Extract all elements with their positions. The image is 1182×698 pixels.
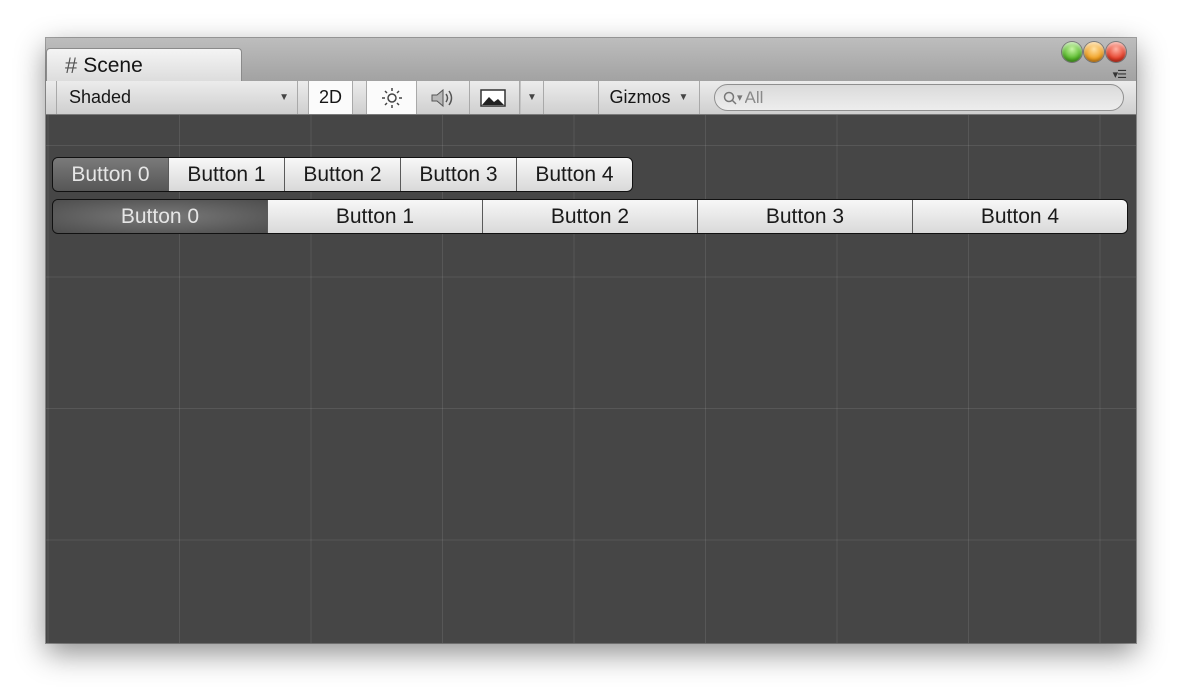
sun-icon <box>381 87 403 109</box>
chevron-down-icon: ▼ <box>279 92 289 103</box>
chevron-down-icon: ▼ <box>527 92 537 103</box>
toolbar-button[interactable]: Button 1 <box>168 158 284 191</box>
scene-toolbar: Shaded ▼ 2D ▼ Gizmos ▼ ▾ All <box>46 81 1136 115</box>
audio-toggle-button[interactable] <box>417 81 470 114</box>
toolbar-button[interactable]: Button 3 <box>697 200 912 233</box>
button-toolbar-stretched: Button 0 Button 1 Button 2 Button 3 Butt… <box>52 199 1128 234</box>
search-icon: ▾ <box>723 91 743 105</box>
shading-mode-dropdown[interactable]: Shaded ▼ <box>56 81 298 114</box>
scene-window: # Scene ▾☰ Shaded ▼ 2D ▼ Gizmos ▼ ▾ All … <box>46 38 1136 643</box>
toolbar-button[interactable]: Button 2 <box>284 158 400 191</box>
window-controls <box>1062 42 1126 62</box>
shading-mode-label: Shaded <box>69 87 132 107</box>
toolbar-button[interactable]: Button 3 <box>400 158 516 191</box>
toolbar-button[interactable]: Button 4 <box>912 200 1127 233</box>
close-button[interactable] <box>1106 42 1126 62</box>
tab-scene-label: Scene <box>83 53 143 77</box>
2d-toggle-label: 2D <box>318 87 342 107</box>
toolbar-button[interactable]: Button 4 <box>516 158 632 191</box>
toolbar-button[interactable]: Button 1 <box>267 200 482 233</box>
minimize-button[interactable] <box>1062 42 1082 62</box>
chevron-down-icon: ▼ <box>678 92 689 103</box>
speaker-icon <box>429 87 457 109</box>
toolbar-button[interactable]: Button 0 <box>53 158 168 191</box>
scene-view[interactable]: Button 0 Button 1 Button 2 Button 3 Butt… <box>46 115 1136 643</box>
tab-strip: # Scene ▾☰ <box>46 38 1136 82</box>
panel-menu-icon[interactable]: ▾☰ <box>1113 68 1127 81</box>
tab-scene[interactable]: # Scene <box>46 48 242 82</box>
toolbar-button[interactable]: Button 0 <box>53 200 267 233</box>
2d-toggle-button[interactable]: 2D <box>308 81 353 114</box>
toolbar-button[interactable]: Button 2 <box>482 200 697 233</box>
grid-hash-icon: # <box>65 52 78 78</box>
image-icon <box>479 88 506 107</box>
gizmos-label: Gizmos <box>609 87 671 107</box>
lighting-toggle-button[interactable] <box>366 81 417 114</box>
gizmos-dropdown[interactable]: Gizmos ▼ <box>598 81 700 114</box>
zoom-button[interactable] <box>1084 42 1104 62</box>
effects-toggle-button[interactable] <box>470 81 520 114</box>
search-field[interactable]: ▾ <box>714 84 1124 111</box>
button-toolbar-compact: Button 0 Button 1 Button 2 Button 3 Butt… <box>52 157 633 192</box>
search-input[interactable] <box>744 87 1105 108</box>
effects-dropdown[interactable]: ▼ <box>520 81 544 114</box>
